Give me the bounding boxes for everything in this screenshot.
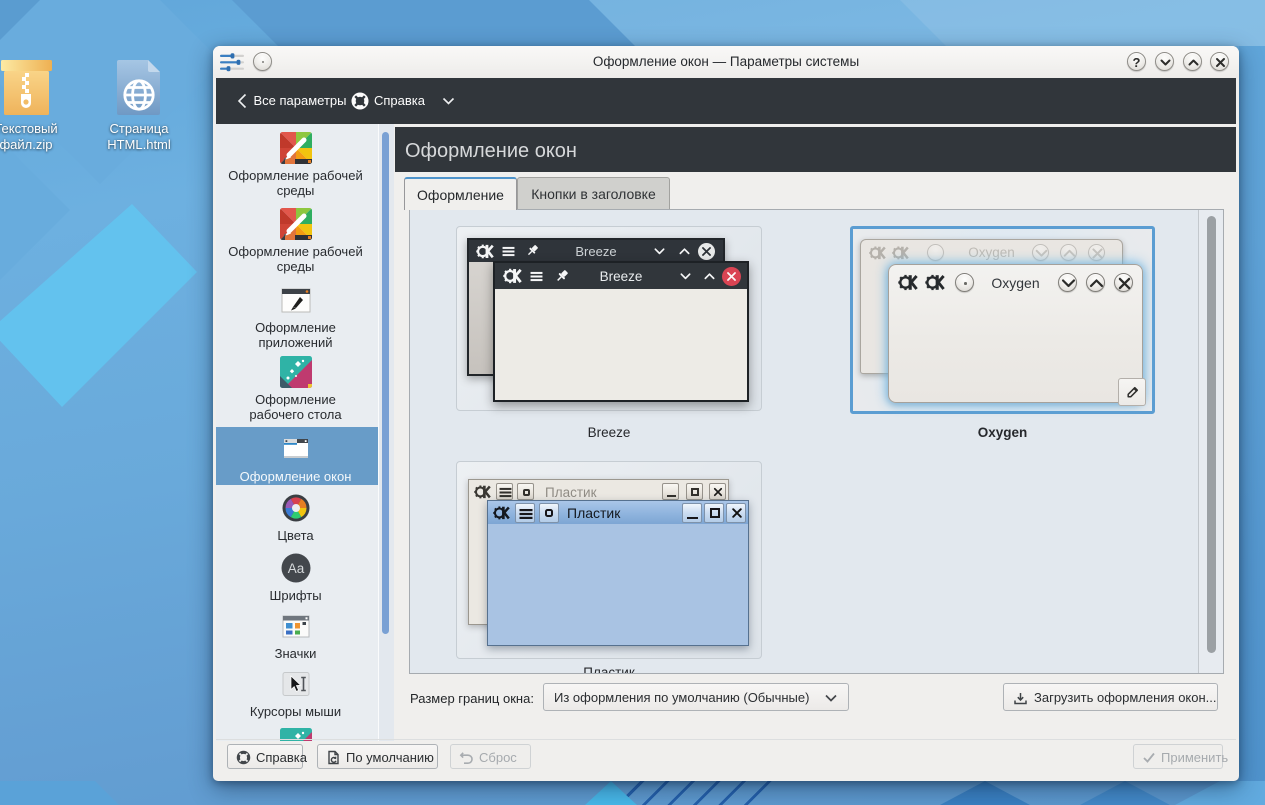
svg-text:Aa: Aa [287, 561, 304, 576]
